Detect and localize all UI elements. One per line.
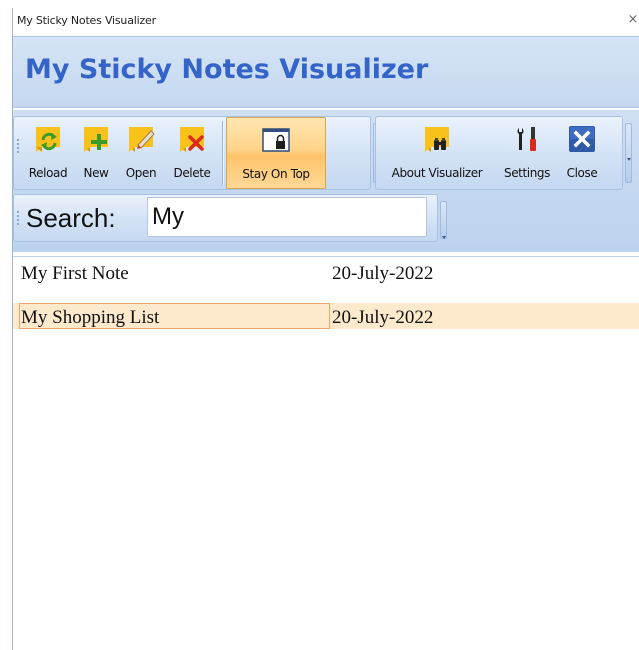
new-note-icon [84, 127, 108, 152]
binoculars-note-icon [425, 127, 449, 152]
app-window: My Sticky Notes Visualizer × My Sticky N… [12, 8, 639, 650]
settings-button[interactable]: Settings [496, 117, 558, 189]
search-label: Search: [26, 203, 116, 233]
open-label: Open [125, 166, 157, 180]
tools-icon [517, 127, 536, 151]
about-visualizer-label: About Visualizer [391, 166, 483, 180]
app-title: My Sticky Notes Visualizer [25, 54, 429, 85]
toolbar-separator [222, 121, 223, 185]
delete-button[interactable]: Delete [166, 117, 218, 189]
delete-label: Delete [173, 166, 211, 180]
note-name: My Shopping List [21, 307, 160, 328]
note-name: My First Note [21, 263, 129, 284]
search-input[interactable] [147, 197, 427, 237]
about-visualizer-button[interactable]: About Visualizer [380, 117, 494, 189]
reload-note-icon [36, 127, 60, 152]
close-icon [569, 126, 595, 152]
note-date: 20-July-2022 [332, 263, 434, 284]
toolstrip-overflow-button[interactable] [625, 123, 632, 183]
edit-note-icon [129, 127, 155, 152]
search-strip: Search: [13, 194, 447, 242]
toolstrip-overflow-button[interactable] [440, 201, 447, 239]
toolstrip-grip[interactable] [17, 211, 19, 225]
toolstrip-grip[interactable] [17, 139, 19, 153]
open-button[interactable]: Open [118, 117, 164, 189]
close-label: Close [566, 166, 598, 180]
window-title: My Sticky Notes Visualizer [17, 14, 156, 27]
title-bar: My Sticky Notes Visualizer × [13, 8, 639, 37]
close-button[interactable]: Close [560, 117, 604, 189]
toolstrip-notes: Reload New Open Delete Stay On Top [13, 116, 380, 190]
list-item[interactable]: My Shopping List 20-July-2022 [13, 303, 639, 329]
reload-button[interactable]: Reload [22, 117, 74, 189]
settings-label: Settings [503, 166, 551, 180]
list-item[interactable]: My First Note 20-July-2022 [13, 259, 639, 285]
stay-on-top-toggle[interactable]: Stay On Top [226, 117, 326, 189]
window-close-button[interactable]: × [627, 12, 639, 27]
lock-window-icon [262, 128, 290, 152]
notes-list: My First Note 20-July-2022 My Shopping L… [13, 256, 639, 650]
app-header: My Sticky Notes Visualizer [13, 36, 639, 108]
new-label: New [83, 166, 109, 180]
new-button[interactable]: New [76, 117, 116, 189]
stay-on-top-label: Stay On Top [242, 167, 310, 181]
note-date: 20-July-2022 [332, 307, 434, 328]
toolstrip-app: About Visualizer Settings Close [375, 116, 632, 190]
reload-label: Reload [28, 166, 68, 180]
toolbar-area: Reload New Open Delete Stay On Top About… [13, 110, 639, 252]
delete-note-icon [180, 127, 204, 152]
